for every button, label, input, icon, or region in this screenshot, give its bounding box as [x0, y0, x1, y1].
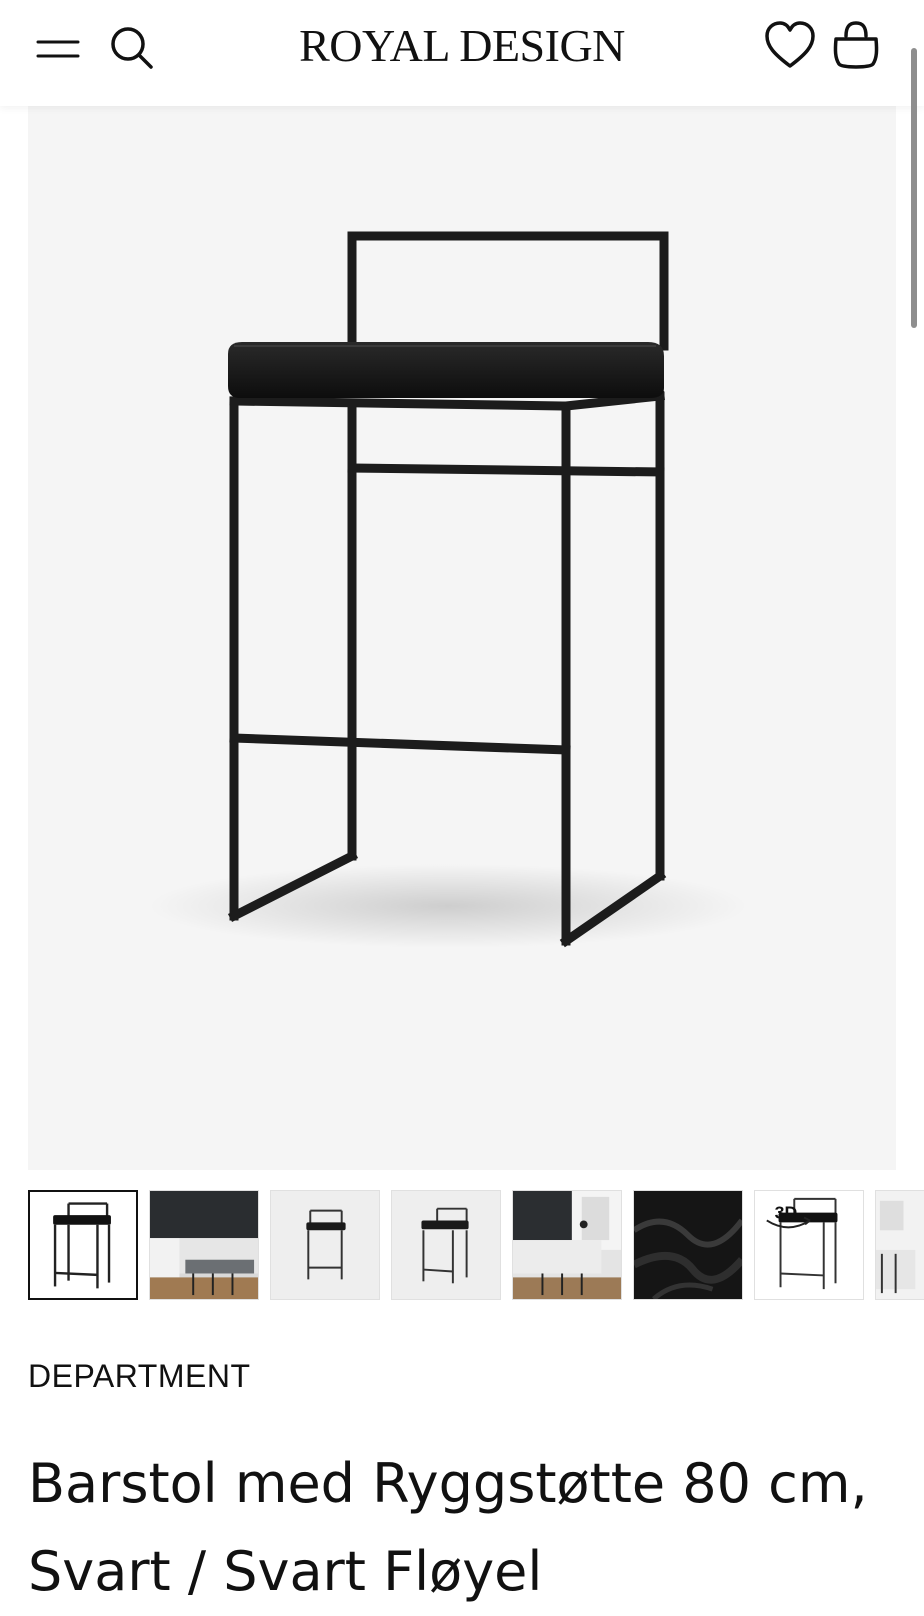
thumbnail-room-scene-partial[interactable]: [875, 1190, 924, 1300]
site-header: ROYAL DESIGN: [0, 0, 924, 106]
heart-icon[interactable]: [764, 20, 816, 72]
thumbnail-black-velvet-fabric[interactable]: [633, 1190, 743, 1300]
shopping-bag-icon[interactable]: [830, 20, 882, 72]
thumbnail-stool-side-view[interactable]: [270, 1190, 380, 1300]
thumbnail-kitchen-scene[interactable]: [149, 1190, 259, 1300]
thumbnail-stool-angle-view[interactable]: [391, 1190, 501, 1300]
thumbnail-strip: 3D: [28, 1190, 924, 1304]
3d-badge: 3D: [775, 1202, 798, 1222]
bar-stool-product-image[interactable]: [28, 106, 896, 1170]
search-icon[interactable]: [108, 24, 156, 72]
hamburger-menu-icon[interactable]: [36, 30, 80, 66]
product-title: Barstol med Ryggstøtte 80 cm, Svart / Sv…: [28, 1452, 868, 1603]
site-logo[interactable]: ROYAL DESIGN: [230, 18, 694, 74]
thumbnail-stool-3d-view[interactable]: 3D: [754, 1190, 864, 1300]
product-brand[interactable]: DEPARTMENT: [28, 1358, 251, 1395]
thumbnail-stool-front-view[interactable]: [28, 1190, 138, 1300]
page-scrollbar[interactable]: [911, 48, 917, 328]
thumbnail-kitchen-scene-2[interactable]: [512, 1190, 622, 1300]
